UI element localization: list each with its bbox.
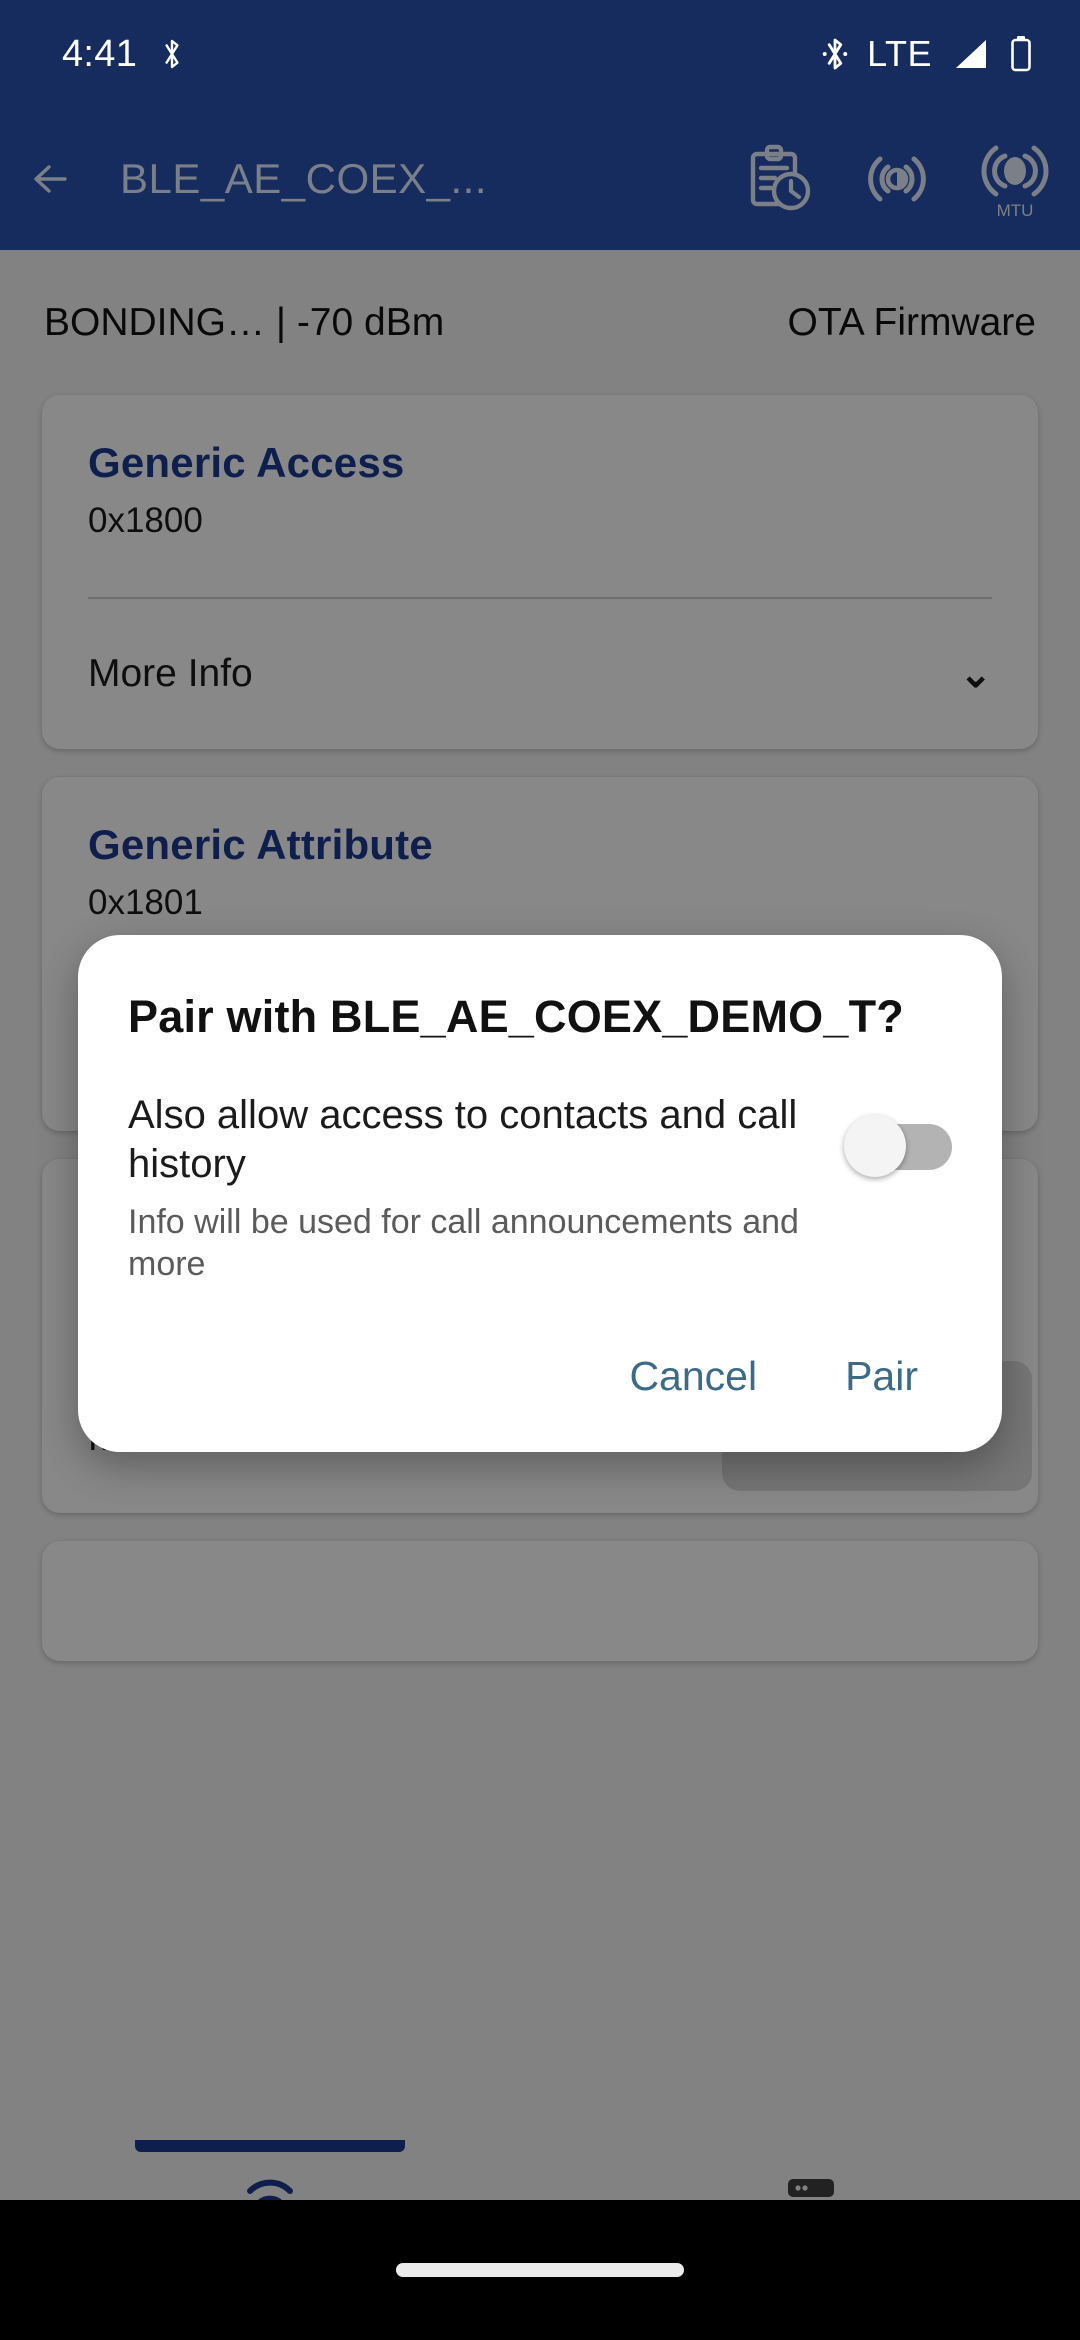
service-card[interactable]: [42, 1541, 1038, 1661]
connection-status-label: BONDING… | -70 dBm: [44, 300, 445, 344]
service-uuid: 0x1800: [88, 501, 203, 540]
bluetooth-icon: [822, 38, 848, 70]
status-bar: 4:41 LTE: [0, 0, 1080, 108]
battery-icon: [1011, 36, 1031, 72]
dialog-primary-text: Also allow access to contacts and call h…: [128, 1093, 798, 1186]
ota-firmware-button[interactable]: OTA Firmware: [788, 301, 1036, 345]
connection-info-bar: BONDING… | -70 dBm OTA Firmware: [0, 250, 1080, 395]
dialog-actions: Cancel Pair: [128, 1327, 952, 1426]
network-type-label: LTE: [867, 33, 932, 74]
more-info-row[interactable]: More Info ⌄: [88, 599, 992, 749]
service-title: Generic Attribute: [88, 821, 433, 868]
signal-bars-icon: [956, 40, 986, 68]
phone-screen: 4:41 LTE BLE_AE_COEX_... MTU BONDING… | …: [0, 0, 1080, 2340]
mtu-label: MTU: [997, 201, 1034, 220]
app-bar-actions: MTU: [736, 108, 1058, 250]
status-bar-left: 4:41: [62, 0, 185, 108]
back-button[interactable]: [0, 108, 110, 250]
dialog-secondary-text: Info will be used for call announcements…: [128, 1202, 799, 1283]
service-title: Generic Access: [88, 439, 405, 486]
pair-button[interactable]: Pair: [811, 1327, 952, 1426]
service-card[interactable]: Generic Access 0x1800 More Info ⌄: [42, 395, 1038, 749]
active-tab-indicator: [135, 2140, 405, 2152]
back-arrow-icon: [34, 165, 67, 193]
app-bar: BLE_AE_COEX_... MTU: [0, 108, 1080, 250]
log-clipboard-icon: [750, 144, 811, 211]
service-uuid: 0x1801: [88, 883, 203, 922]
page-title: BLE_AE_COEX_...: [120, 155, 488, 202]
chevron-down-icon[interactable]: ⌄: [959, 655, 992, 694]
dialog-title: Pair with BLE_AE_COEX_DEMO_T?: [128, 991, 904, 1042]
advertiser-signal-icon: [868, 156, 926, 202]
status-bar-right: LTE: [821, 0, 1034, 108]
dialog-body: Also allow access to contacts and call h…: [128, 1091, 952, 1285]
toggle-thumb: [844, 1115, 906, 1177]
system-gesture-bar: [0, 2200, 1080, 2340]
log-clipboard-button[interactable]: [736, 124, 822, 234]
bluetooth-icon: [165, 39, 179, 69]
cancel-button[interactable]: Cancel: [595, 1327, 791, 1426]
home-gesture-pill[interactable]: [396, 2263, 684, 2277]
mtu-button[interactable]: MTU: [972, 124, 1058, 234]
pair-dialog: Pair with BLE_AE_COEX_DEMO_T? Also allow…: [78, 935, 1002, 1452]
mtu-signal-icon: MTU: [981, 145, 1049, 220]
contacts-access-toggle[interactable]: [844, 1115, 952, 1177]
dialog-text-block: Also allow access to contacts and call h…: [128, 1091, 844, 1285]
status-bar-clock: 4:41: [62, 32, 138, 75]
more-info-label: More Info: [88, 652, 253, 695]
advertiser-button[interactable]: [854, 124, 940, 234]
